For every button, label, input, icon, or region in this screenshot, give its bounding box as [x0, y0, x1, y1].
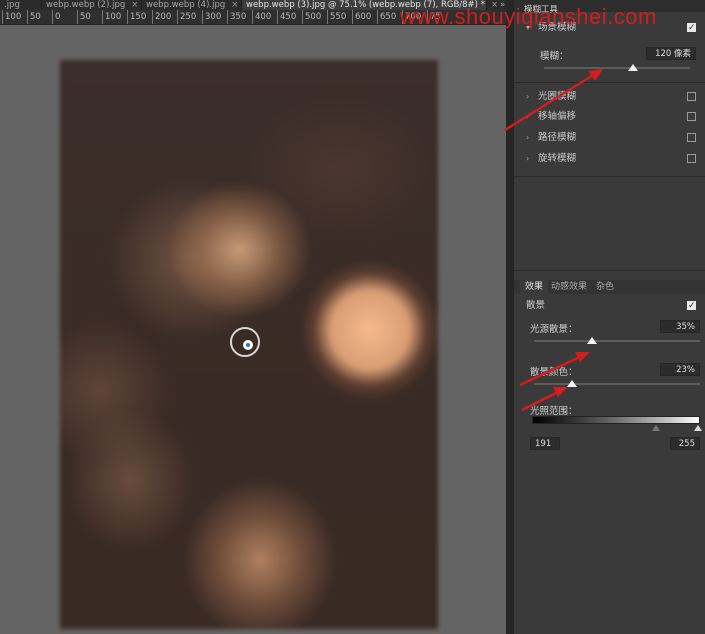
blur-row-path[interactable]: › 路径模糊: [526, 130, 702, 146]
path-blur-label: 路径模糊: [538, 132, 577, 143]
iris-blur-checkbox[interactable]: [687, 92, 696, 101]
blur-tools-panel: 模糊工具 ▾场景模糊 模糊： 120 像素 ›光圈模糊 ›移轴偏移 ›路径模糊 …: [514, 0, 705, 634]
tab-document-3[interactable]: webp.webp (4).jpg ×: [142, 0, 242, 10]
bokeh-row[interactable]: 散景: [526, 298, 702, 314]
close-icon[interactable]: ×: [231, 0, 238, 10]
ruler-tick-label: 600: [352, 10, 371, 24]
ruler-tick-label: 200: [152, 10, 171, 24]
blur-amount-label: 模糊：: [540, 51, 569, 62]
chevron-right-icon[interactable]: ›: [526, 89, 538, 105]
ruler-tick-label: 550: [327, 10, 346, 24]
blur-amount-field[interactable]: 120 像素: [646, 47, 696, 60]
tab-document-2[interactable]: webp.webp (2).jpg ×: [42, 0, 142, 10]
iris-blur-label: 光圈模糊: [538, 91, 577, 102]
field-blur-checkbox[interactable]: [687, 20, 696, 36]
bokeh-color-field[interactable]: 23%: [660, 363, 700, 376]
path-blur-checkbox[interactable]: [687, 133, 696, 142]
ruler-tick-label: 650: [377, 10, 396, 24]
light-range-high-field[interactable]: 255: [670, 437, 700, 450]
blur-amount-slider-thumb[interactable]: [628, 64, 639, 71]
effects-tab-bar: 效果 动感效果 杂色: [514, 280, 705, 294]
light-range-label: 光照范围：: [530, 406, 578, 417]
chevron-right-icon[interactable]: ›: [526, 151, 538, 167]
panel-divider: [506, 0, 514, 634]
ruler-tick-label: 50: [77, 10, 91, 24]
close-icon[interactable]: ×: [131, 0, 138, 10]
ruler-tick-label: 100: [102, 10, 121, 24]
ruler-tick-label: 350: [227, 10, 246, 24]
bokeh-label: 散景: [526, 300, 546, 311]
tab-document-1[interactable]: .jpg: [0, 0, 42, 10]
bokeh-checkbox[interactable]: [687, 298, 696, 314]
ruler-tick-label: 150: [127, 10, 146, 24]
spin-blur-label: 旋转模糊: [538, 153, 577, 164]
light-bokeh-track[interactable]: [534, 340, 700, 342]
tab-motion-effects[interactable]: 动感效果: [546, 280, 592, 294]
light-bokeh-label: 光源散景：: [530, 324, 578, 335]
ruler-tick-label: 300: [202, 10, 221, 24]
chevron-right-icon[interactable]: ›: [526, 109, 538, 125]
watermark-text: www.shouyiqianshei.com: [400, 4, 657, 29]
blur-pin-handle[interactable]: [243, 340, 253, 350]
blur-row-tilt[interactable]: › 移轴偏移: [526, 109, 702, 125]
tab-label: .jpg: [4, 0, 20, 10]
tab-effects[interactable]: 效果: [520, 280, 549, 294]
blur-row-iris[interactable]: › 光圈模糊: [526, 89, 702, 105]
light-range-gradient[interactable]: [532, 416, 700, 424]
tab-label: webp.webp (4).jpg: [146, 0, 226, 10]
divider: [514, 82, 705, 83]
blur-row-spin[interactable]: › 旋转模糊: [526, 151, 702, 167]
ruler-tick-label: 250: [177, 10, 196, 24]
light-range-high-stop[interactable]: [694, 425, 702, 431]
light-bokeh-slider-thumb[interactable]: [587, 337, 598, 344]
ruler-tick-label: 500: [302, 10, 321, 24]
blur-amount-track[interactable]: [544, 67, 690, 69]
bokeh-color-track[interactable]: [534, 383, 700, 385]
ruler-tick-label: 400: [252, 10, 271, 24]
ruler-tick-label: 450: [277, 10, 296, 24]
light-range-low-field[interactable]: 191: [530, 437, 560, 450]
tab-label: webp.webp (2).jpg: [46, 0, 126, 10]
bokeh-color-slider-thumb[interactable]: [567, 380, 578, 387]
chevron-right-icon[interactable]: ›: [526, 130, 538, 146]
ruler-tick-label: 100: [2, 10, 21, 24]
divider: [514, 176, 705, 177]
ruler-tick-label: 0: [52, 10, 60, 24]
tilt-shift-checkbox[interactable]: [687, 112, 696, 121]
light-bokeh-field[interactable]: 35%: [660, 320, 700, 333]
light-range-low-stop[interactable]: [652, 425, 660, 431]
bokeh-color-label: 散景颜色：: [530, 367, 578, 378]
tab-noise[interactable]: 杂色: [591, 280, 619, 294]
tilt-shift-label: 移轴偏移: [538, 111, 577, 122]
ruler-tick-label: 50: [27, 10, 41, 24]
divider: [514, 270, 705, 271]
spin-blur-checkbox[interactable]: [687, 154, 696, 163]
